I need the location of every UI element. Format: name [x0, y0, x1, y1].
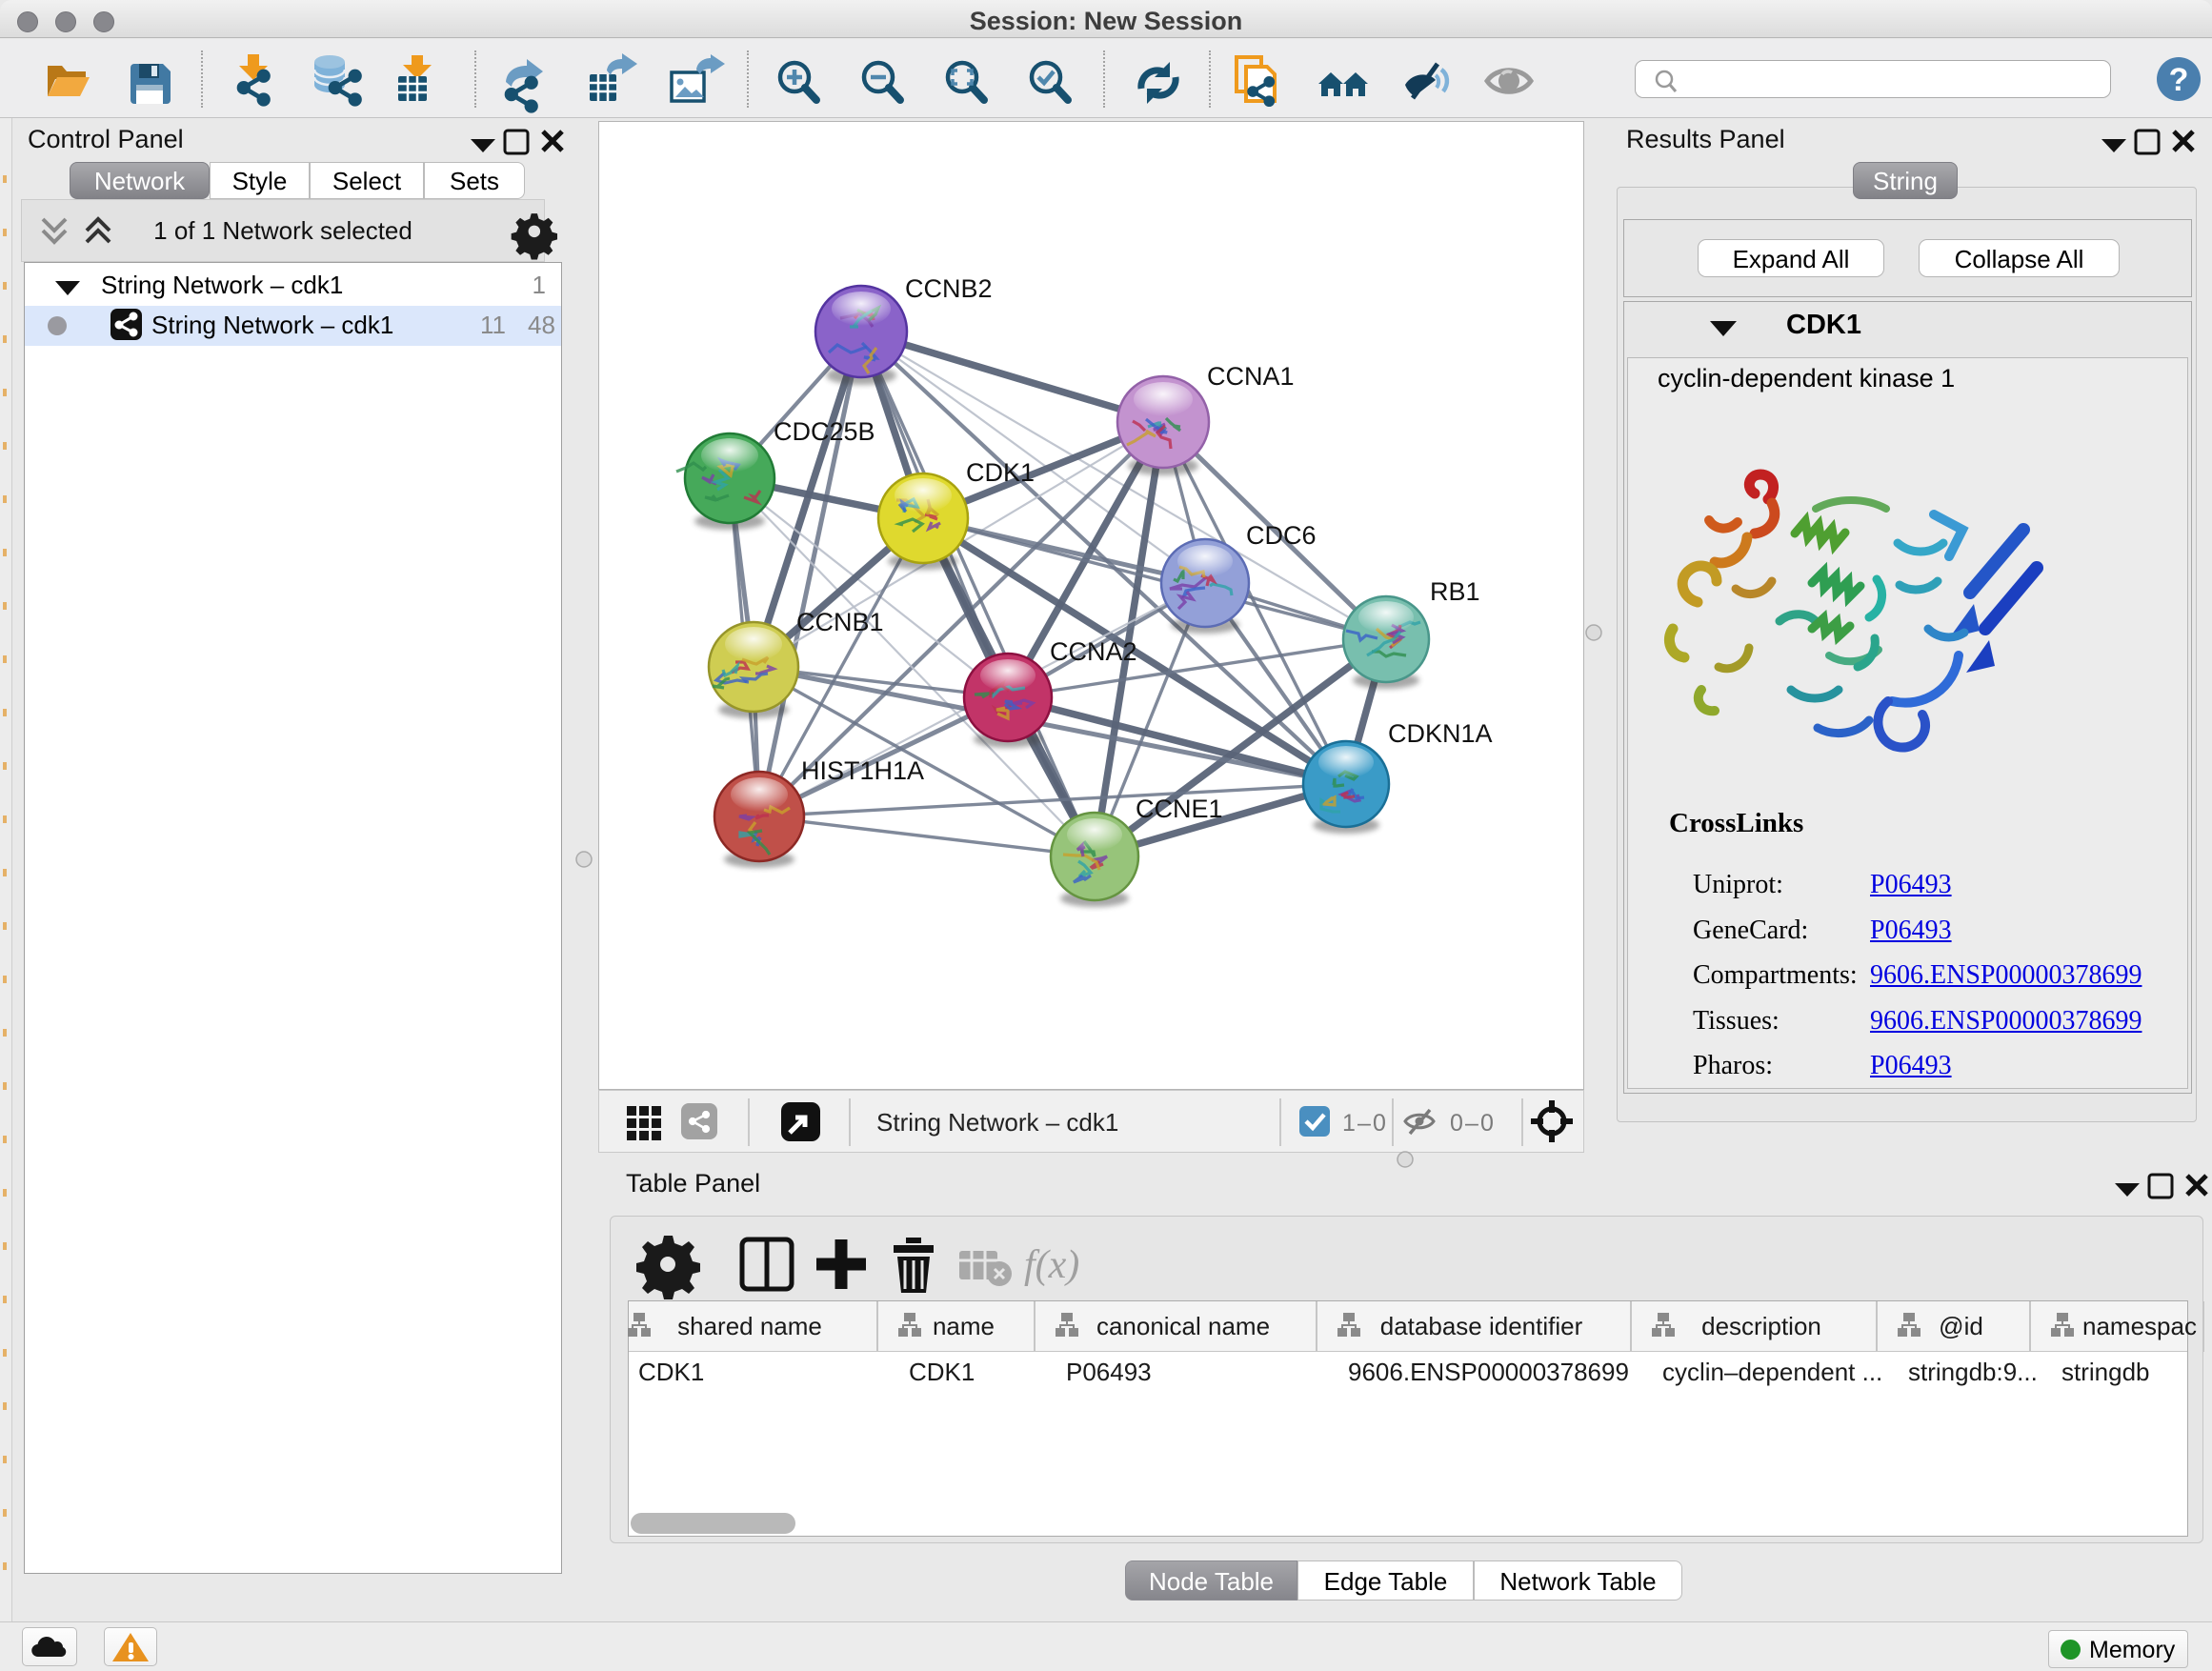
svg-text:CDK1: CDK1 — [966, 458, 1035, 487]
svg-text:cyclin–dependent ...: cyclin–dependent ... — [1662, 1358, 1882, 1386]
svg-text:CCNA1: CCNA1 — [1207, 362, 1295, 391]
svg-text:CDK1: CDK1 — [638, 1358, 704, 1386]
svg-text:HIST1H1A: HIST1H1A — [801, 756, 924, 785]
svg-text:shared name: shared name — [677, 1312, 822, 1340]
svg-text:stringdb: stringdb — [2061, 1358, 2150, 1386]
svg-text:namespac: namespac — [2082, 1312, 2197, 1340]
svg-text:stringdb:9...: stringdb:9... — [1908, 1358, 2038, 1386]
svg-text:CDKN1A: CDKN1A — [1388, 719, 1493, 748]
svg-text:CCNB1: CCNB1 — [796, 608, 884, 636]
svg-text:CCNA2: CCNA2 — [1050, 637, 1137, 666]
svg-text:database identifier: database identifier — [1380, 1312, 1583, 1340]
svg-text:CDK1: CDK1 — [909, 1358, 975, 1386]
svg-text:CDC6: CDC6 — [1246, 521, 1317, 550]
svg-text:CDC25B: CDC25B — [774, 417, 875, 446]
svg-text:0 – 0: 0 – 0 — [1450, 1110, 1494, 1137]
svg-text:P06493: P06493 — [1066, 1358, 1152, 1386]
svg-text:String Network – cdk1: String Network – cdk1 — [876, 1108, 1118, 1137]
svg-text:description: description — [1701, 1312, 1821, 1340]
svg-text:RB1: RB1 — [1430, 577, 1480, 606]
svg-text:1 – 0: 1 – 0 — [1342, 1110, 1386, 1137]
svg-text:name: name — [933, 1312, 995, 1340]
svg-text:9606.ENSP00000378699: 9606.ENSP00000378699 — [1348, 1358, 1629, 1386]
svg-text:canonical name: canonical name — [1096, 1312, 1270, 1340]
svg-text:CCNB2: CCNB2 — [905, 274, 993, 303]
svg-text:CCNE1: CCNE1 — [1136, 795, 1223, 823]
svg-text:@id: @id — [1939, 1312, 1983, 1340]
